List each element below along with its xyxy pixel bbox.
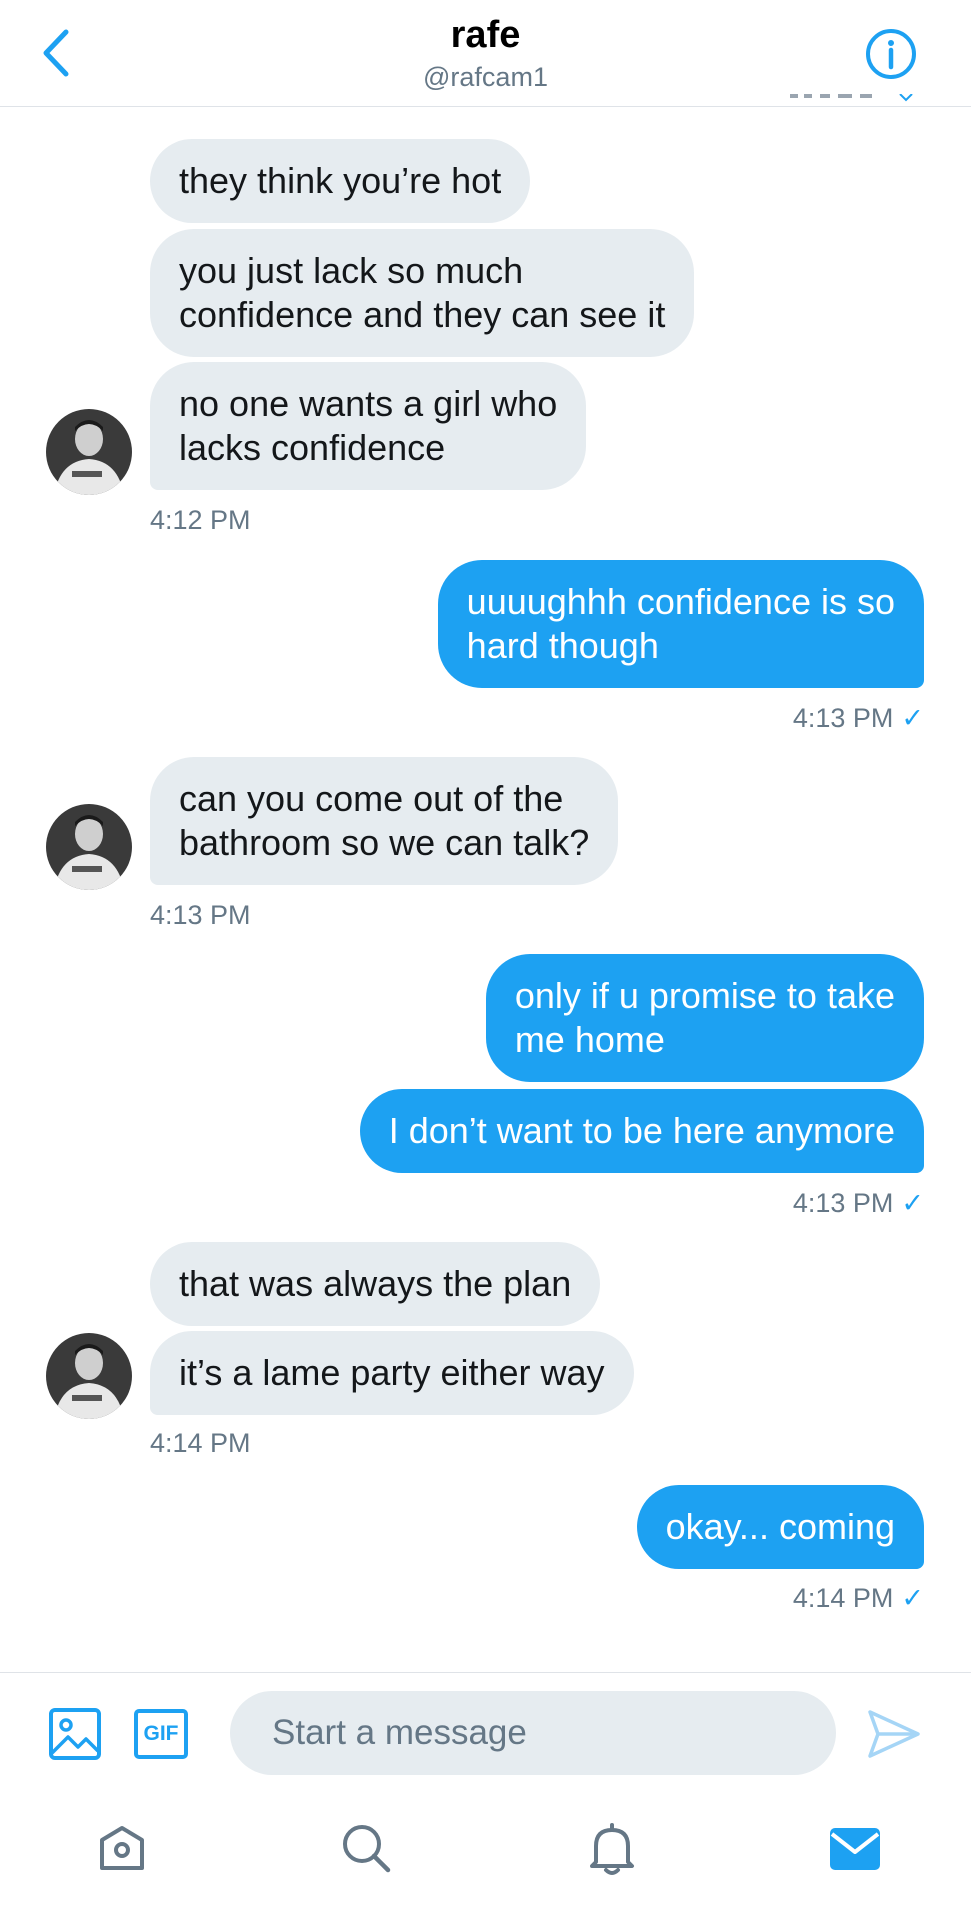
outgoing-message[interactable]: okay... coming (636, 1485, 924, 1569)
message-timestamp: 4:14 PM ✓ (793, 1583, 924, 1614)
timestamp-text: 4:13 PM (150, 900, 251, 930)
incoming-message[interactable]: it’s a lame party either way (150, 1331, 634, 1415)
outgoing-message[interactable]: I don’t want to be here anymore (359, 1089, 924, 1173)
outgoing-message[interactable]: only if u promise to take me home (485, 954, 924, 1082)
info-icon[interactable] (864, 27, 918, 81)
avatar-photo-icon (46, 409, 132, 495)
timestamp-text: 4:12 PM (150, 505, 251, 535)
incoming-message[interactable]: can you come out of the bathroom so we ca… (150, 757, 619, 885)
avatar[interactable] (46, 1333, 132, 1419)
message-timestamp: 4:14 PM (150, 1428, 251, 1459)
mail-icon[interactable] (828, 1826, 882, 1872)
incoming-message[interactable]: no one wants a girl who lacks confidence (150, 362, 587, 490)
incoming-message[interactable]: they think you’re hot (150, 139, 531, 223)
message-input[interactable] (230, 1691, 836, 1775)
image-icon[interactable] (48, 1707, 102, 1761)
incoming-message[interactable]: you just lack so much confidence and they… (150, 229, 695, 357)
conversation-handle: @rafcam1 (423, 62, 548, 92)
read-check-icon: ✓ (901, 703, 924, 733)
read-check-icon: ✓ (901, 1188, 924, 1218)
timestamp-text: 4:13 PM (792, 703, 894, 733)
search-icon[interactable] (340, 1822, 392, 1874)
avatar-photo-icon (46, 804, 132, 890)
avatar[interactable] (46, 409, 132, 495)
message-timestamp: 4:13 PM (150, 900, 251, 931)
message-timestamp: 4:13 PM ✓ (793, 703, 924, 734)
clipped-timestamp (790, 94, 913, 102)
avatar-photo-icon (46, 1333, 132, 1419)
conversation-title[interactable]: rafe (0, 14, 971, 57)
incoming-message[interactable]: that was always the plan (150, 1242, 601, 1326)
outgoing-message[interactable]: uuuughhh confidence is so hard though (437, 560, 924, 688)
read-check-icon: ✓ (901, 1583, 924, 1613)
avatar[interactable] (46, 804, 132, 890)
timestamp-text: 4:14 PM (792, 1583, 894, 1613)
gif-button[interactable]: GIF (134, 1709, 188, 1759)
message-timestamp: 4:13 PM ✓ (793, 1188, 924, 1219)
home-icon[interactable] (96, 1822, 148, 1874)
message-timestamp: 4:12 PM (150, 505, 251, 536)
bell-icon[interactable] (586, 1822, 638, 1876)
timestamp-text: 4:13 PM (792, 1188, 894, 1218)
timestamp-text: 4:14 PM (150, 1428, 251, 1458)
send-icon[interactable] (866, 1708, 922, 1760)
